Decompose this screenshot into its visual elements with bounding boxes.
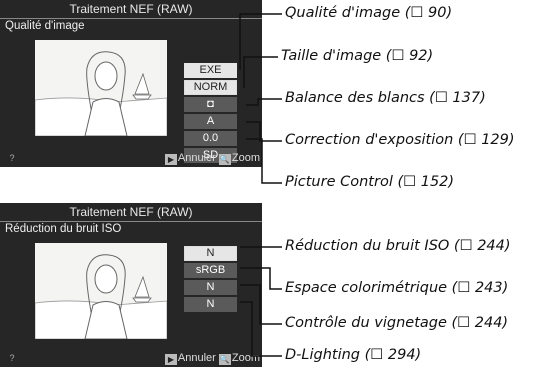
callout-d-lighting: D-Lighting (☐ 294) (285, 347, 422, 363)
callout-picture-control: Picture Control (☐ 152) (285, 174, 455, 190)
callout-image-size: Taille d'image (☐ 92) (281, 48, 434, 64)
callout-iso-noise-reduction: Réduction du bruit ISO (☐ 244) (285, 238, 511, 254)
callout-white-balance: Balance des blancs (☐ 137) (285, 90, 486, 106)
callout-exposure-correction: Correction d'exposition (☐ 129) (285, 132, 515, 148)
callout-image-quality: Qualité d'image (☐ 90) (285, 5, 453, 21)
callout-vignette-control: Contrôle du vignetage (☐ 244) (285, 315, 509, 331)
callout-color-space: Espace colorimétrique (☐ 243) (285, 280, 509, 296)
